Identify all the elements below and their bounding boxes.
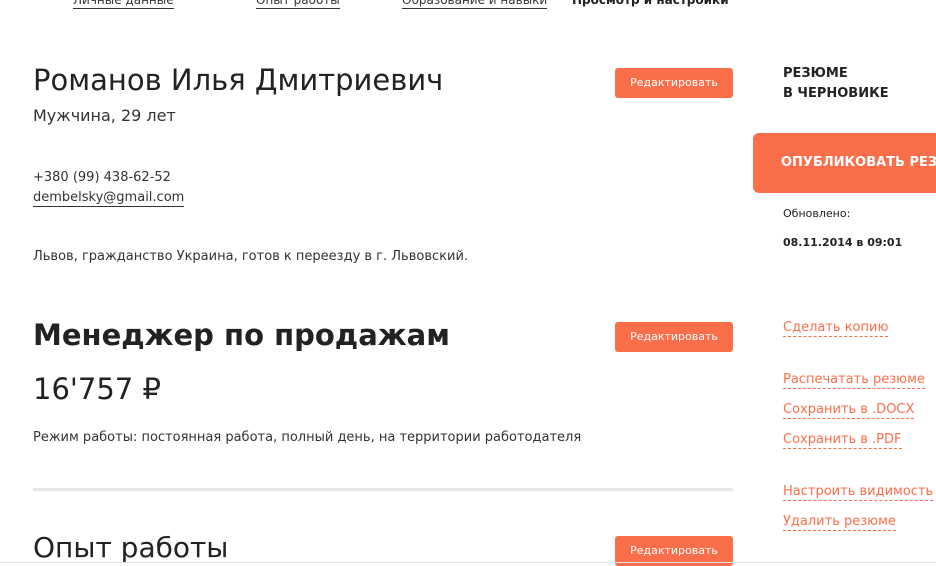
tab-preview-settings[interactable]: Просмотр и настройки xyxy=(572,0,729,8)
tab-education-skills[interactable]: Образование и навыки xyxy=(402,0,548,9)
save-pdf-link[interactable]: Сохранить в .PDF xyxy=(783,432,902,449)
visibility-settings-link[interactable]: Настроить видимость xyxy=(783,484,934,501)
updated-date: 08.11.2014 в 09:01 xyxy=(783,236,903,249)
updated-label: Обновлено: xyxy=(783,207,851,220)
tab-work-experience[interactable]: Опыт работы xyxy=(256,0,340,9)
publish-resume-button[interactable]: ОПУБЛИКОВАТЬ РЕЗЮМЕ xyxy=(753,133,936,193)
candidate-name: Романов Илья Дмитриевич xyxy=(33,63,444,97)
save-docx-link[interactable]: Сохранить в .DOCX xyxy=(783,402,915,419)
location-info: Львов, гражданство Украина, готов к пере… xyxy=(33,249,469,264)
status-line-2: В ЧЕРНОВИКЕ xyxy=(783,86,889,101)
print-resume-link[interactable]: Распечатать резюме xyxy=(783,372,925,389)
section-divider xyxy=(33,488,733,491)
experience-heading: Опыт работы xyxy=(33,531,229,564)
make-copy-link[interactable]: Сделать копию xyxy=(783,320,889,337)
delete-resume-link[interactable]: Удалить резюме xyxy=(783,514,896,531)
tab-personal-data[interactable]: Личные данные xyxy=(73,0,174,9)
phone-number: +380 (99) 438-62-52 xyxy=(33,170,171,185)
email-link[interactable]: dembelsky@gmail.com xyxy=(33,190,185,207)
salary: 16'757 ₽ xyxy=(33,372,161,406)
desired-position: Менеджер по продажам xyxy=(33,318,450,352)
edit-personal-button[interactable]: Редактировать xyxy=(615,68,733,98)
bottom-border xyxy=(0,562,936,563)
edit-position-button[interactable]: Редактировать xyxy=(615,322,733,352)
resume-status: РЕЗЮМЕ В ЧЕРНОВИКЕ xyxy=(783,64,889,104)
gender-age: Мужчина, 29 лет xyxy=(33,106,176,125)
status-line-1: РЕЗЮМЕ xyxy=(783,66,848,81)
work-mode: Режим работы: постоянная работа, полный … xyxy=(33,430,582,445)
